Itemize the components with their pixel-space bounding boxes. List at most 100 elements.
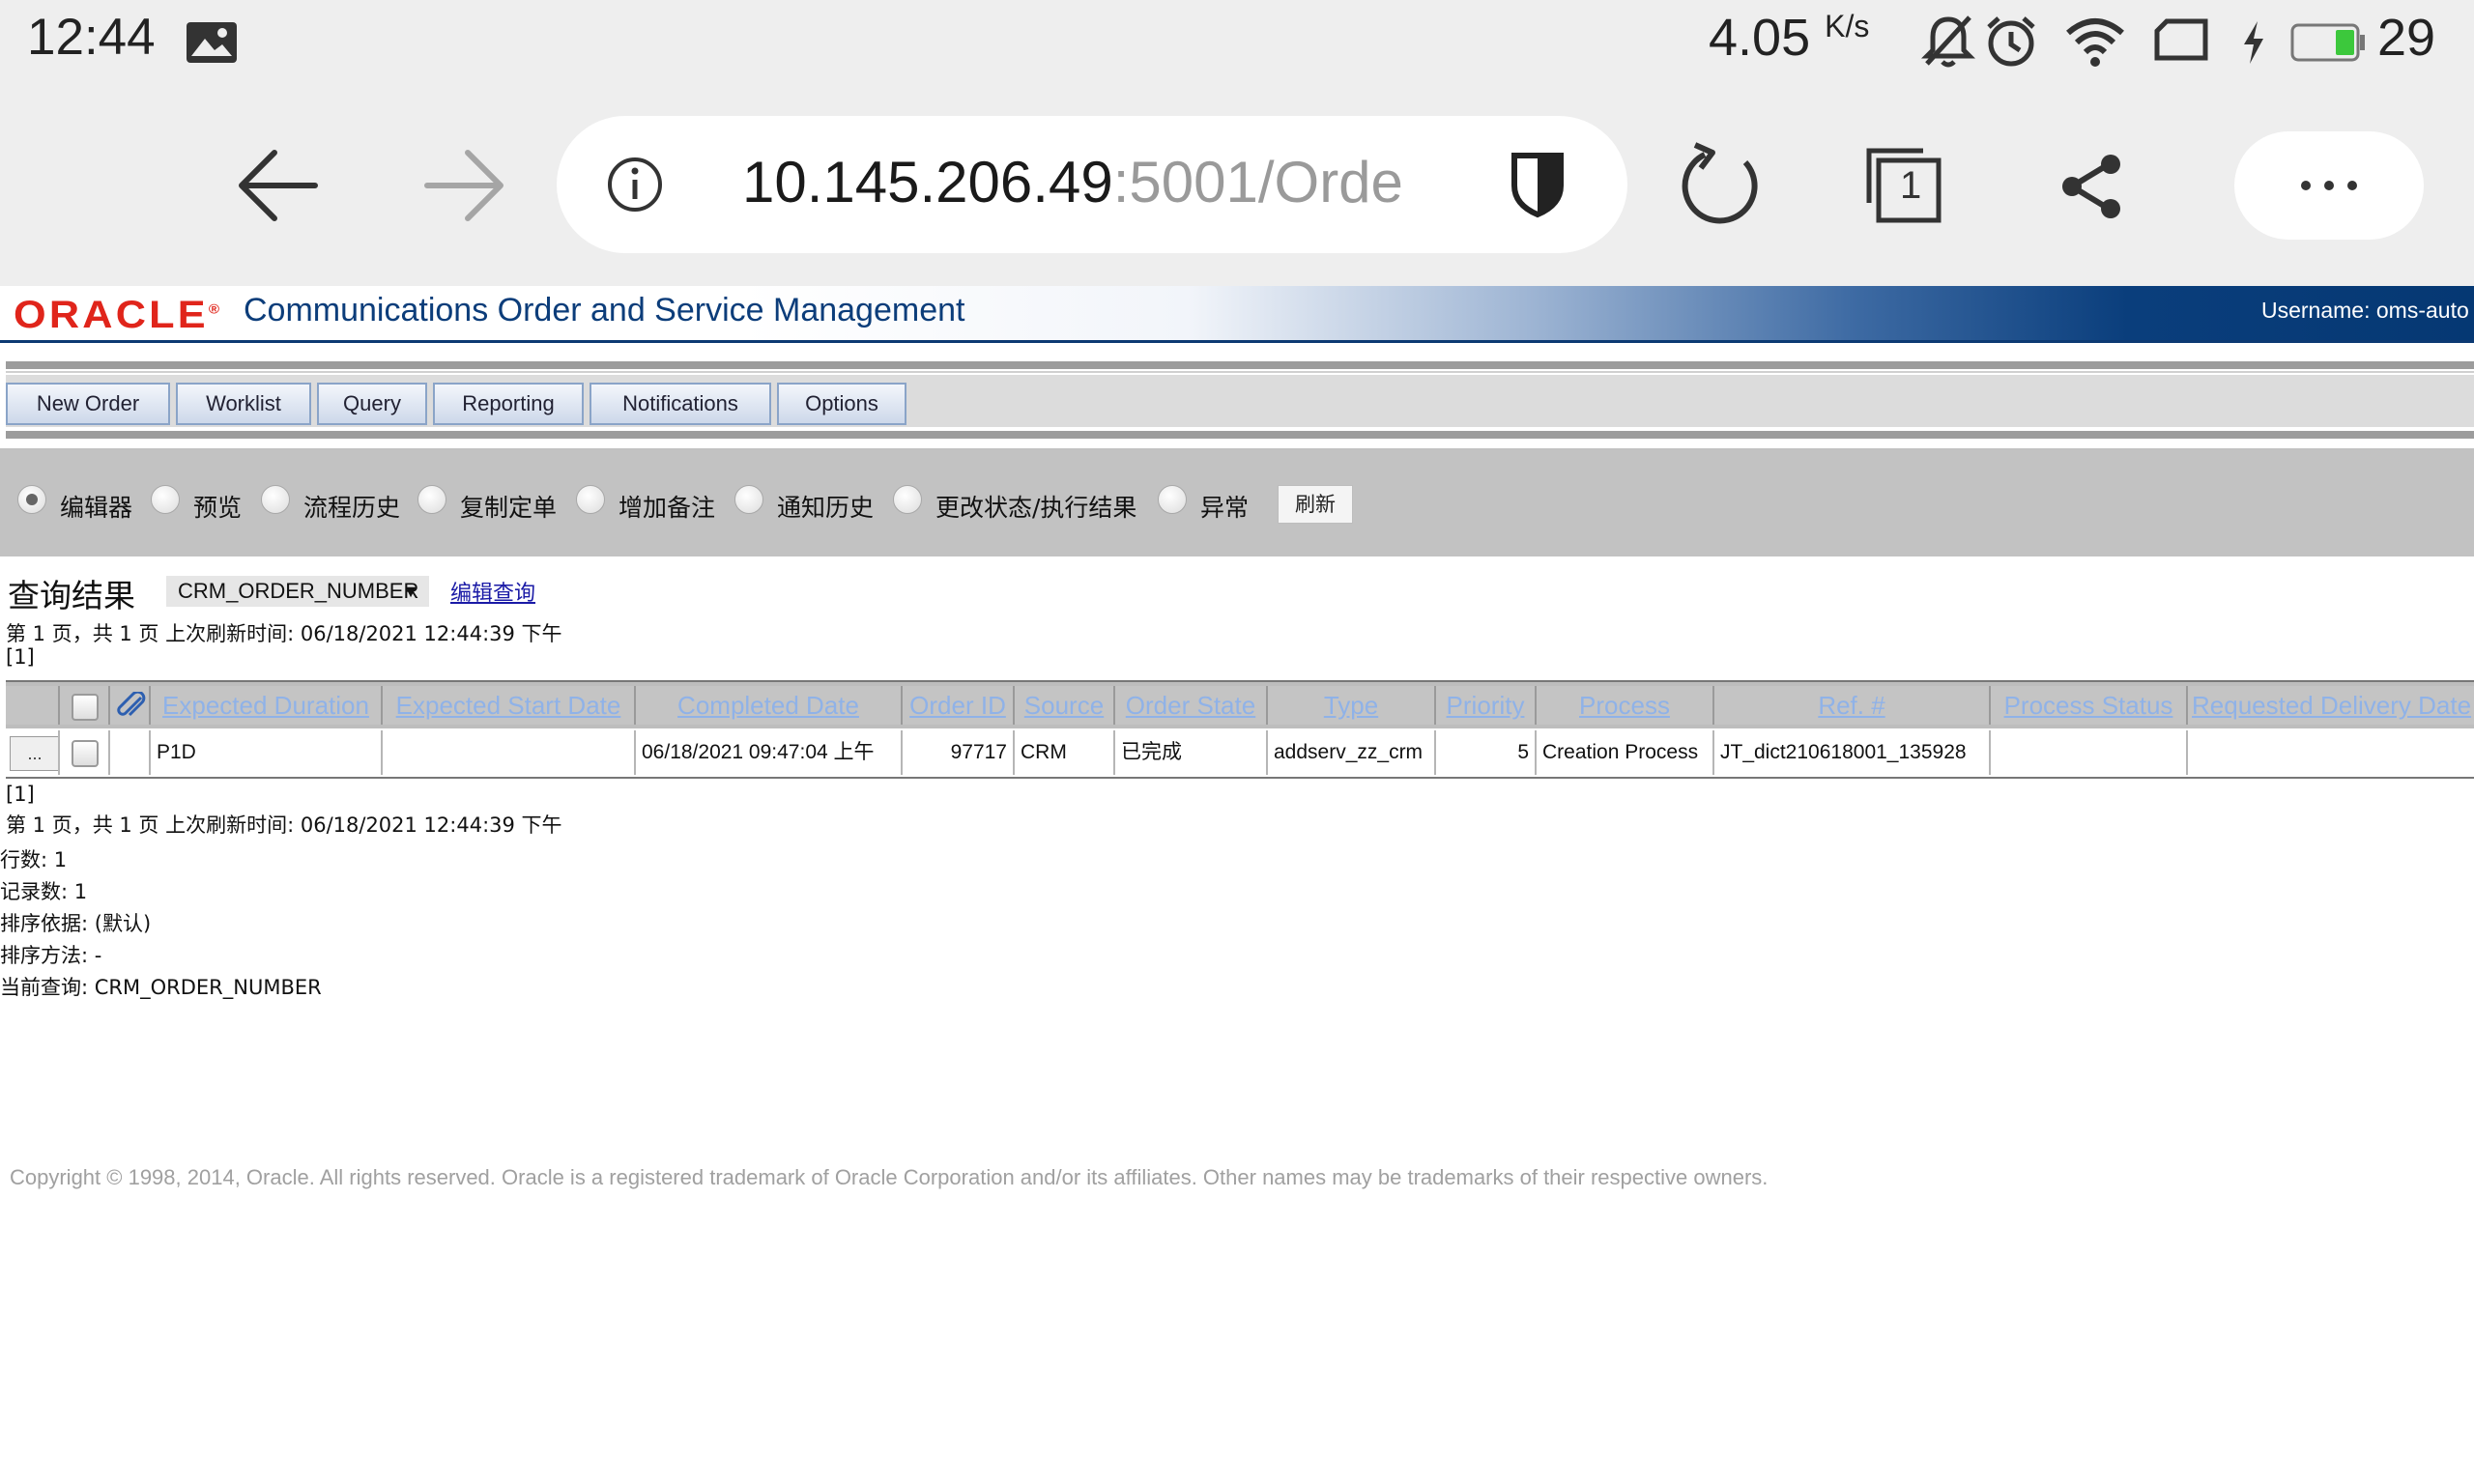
col-process-status[interactable]: Process Status (1991, 686, 2188, 725)
pager-bottom[interactable]: [1] (6, 783, 35, 806)
info-icon[interactable] (605, 155, 665, 218)
chevron-down-icon: ▼ (402, 582, 419, 601)
network-speed: 4.05 K/s (1709, 8, 1869, 68)
query-select-value: CRM_ORDER_NUMBER (178, 579, 419, 603)
query-results-title: 查询结果 (8, 577, 135, 614)
url-path: :5001/Orde (1112, 150, 1403, 214)
radio-notification-history[interactable] (734, 485, 763, 514)
query-select[interactable]: CRM_ORDER_NUMBER ▼ (166, 576, 429, 607)
radio-change-status[interactable] (893, 485, 922, 514)
tab-reporting[interactable]: Reporting (433, 383, 584, 425)
reload-icon[interactable] (1678, 141, 1763, 232)
col-order-id[interactable]: Order ID (903, 686, 1015, 725)
oracle-logo-text: ORACLE (14, 294, 209, 336)
col-expected-duration[interactable]: Expected Duration (151, 686, 383, 725)
table-row: ... P1D 06/18/2021 09:47:04 上午 97717 CRM… (6, 730, 2474, 775)
cell-requested-delivery-date (2188, 730, 2474, 775)
radio-label-preview: 预览 (193, 494, 243, 522)
more-icon[interactable] (2234, 131, 2424, 240)
app-title: Communications Order and Service Managem… (244, 292, 965, 328)
col-process[interactable]: Process (1537, 686, 1714, 725)
col-source[interactable]: Source (1015, 686, 1115, 725)
cell-expected-start-date (383, 730, 636, 775)
view-options-bar: 编辑器 预览 流程历史 复制定单 增加备注 通知历史 更改状态/执行结果 异常 … (0, 448, 2474, 556)
expand-button[interactable]: ... (10, 736, 58, 771)
tab-new-order[interactable]: New Order (6, 383, 170, 425)
oracle-logo: ORACLE® (14, 294, 219, 336)
select-cell (60, 730, 110, 775)
battery-level: 29 (2377, 9, 2436, 67)
cell-order-id: 97717 (903, 730, 1015, 775)
col-order-state[interactable]: Order State (1115, 686, 1268, 725)
radio-label-notification-history: 通知历史 (777, 494, 875, 522)
status-bar: 12:44 4.05 K/s 29 (0, 0, 2474, 87)
radio-exception[interactable] (1158, 485, 1187, 514)
browser-toolbar: 10.145.206.49:5001/Orde 1 (0, 87, 2474, 286)
back-arrow-icon[interactable] (236, 143, 321, 232)
divider (6, 371, 2474, 373)
sort-by: 排序依据: (默认) (0, 912, 152, 935)
row-checkbox[interactable] (72, 740, 99, 767)
radio-label-editor: 编辑器 (60, 494, 133, 522)
username-label: Username: oms-auto (2261, 298, 2469, 323)
table-header-row: Expected Duration Expected Start Date Co… (6, 682, 2474, 728)
tabs-icon[interactable]: 1 (1863, 145, 1944, 230)
cell-order-state: 已完成 (1115, 730, 1268, 775)
pager-top[interactable]: [1] (6, 645, 35, 669)
cell-process: Creation Process (1537, 730, 1714, 775)
col-completed-date[interactable]: Completed Date (636, 686, 903, 725)
col-type[interactable]: Type (1268, 686, 1436, 725)
shield-icon[interactable] (1510, 151, 1566, 222)
app-header: ORACLE® Communications Order and Service… (0, 286, 2474, 343)
radio-preview[interactable] (151, 485, 180, 514)
radio-add-remark[interactable] (576, 485, 605, 514)
expand-cell: ... (6, 730, 60, 775)
current-query: 当前查询: CRM_ORDER_NUMBER (0, 976, 322, 999)
radio-editor[interactable] (17, 485, 46, 514)
cell-source: CRM (1015, 730, 1115, 775)
edit-query-link[interactable]: 编辑查询 (450, 576, 535, 607)
col-ref[interactable]: Ref. # (1714, 686, 1991, 725)
cell-priority: 5 (1436, 730, 1537, 775)
row-count: 行数: 1 (0, 848, 68, 871)
paperclip-icon (116, 690, 147, 725)
screen-icon (2153, 14, 2209, 70)
radio-copy-order[interactable] (417, 485, 446, 514)
col-requested-delivery-date[interactable]: Requested Delivery Date (2188, 686, 2474, 725)
tab-notifications[interactable]: Notifications (590, 383, 771, 425)
divider (6, 431, 2474, 439)
header-expand (6, 686, 60, 725)
mute-icon (1920, 14, 1976, 73)
cell-expected-duration: P1D (151, 730, 383, 775)
status-time: 12:44 (27, 9, 156, 66)
charging-icon (2240, 21, 2267, 68)
tab-options[interactable]: Options (777, 383, 906, 425)
select-all-checkbox[interactable] (72, 694, 99, 721)
battery-icon (2290, 21, 2366, 68)
address-bar[interactable]: 10.145.206.49:5001/Orde (557, 116, 1627, 253)
results-table: Expected Duration Expected Start Date Co… (6, 680, 2474, 779)
sort-method: 排序方法: - (0, 944, 102, 967)
forward-arrow-icon[interactable] (421, 143, 506, 232)
cell-type: addserv_zz_crm (1268, 730, 1436, 775)
cell-completed-date: 06/18/2021 09:47:04 上午 (636, 730, 903, 775)
radio-label-add-remark: 增加备注 (618, 494, 716, 522)
tab-worklist[interactable]: Worklist (176, 383, 311, 425)
network-speed-unit: K/s (1825, 9, 1870, 43)
radio-label-process-history: 流程历史 (303, 494, 401, 522)
col-priority[interactable]: Priority (1436, 686, 1537, 725)
url-host: 10.145.206.49 (742, 150, 1113, 214)
tab-count: 1 (1900, 164, 1922, 207)
alarm-icon (1983, 14, 2039, 73)
url-text[interactable]: 10.145.206.49:5001/Orde (742, 149, 1593, 215)
main-tabs: New Order Worklist Query Reporting Notif… (0, 350, 2474, 446)
refresh-button[interactable]: 刷新 (1278, 485, 1353, 524)
tab-query[interactable]: Query (317, 383, 427, 425)
col-expected-start-date[interactable]: Expected Start Date (383, 686, 636, 725)
copyright-footer: Copyright © 1998, 2014, Oracle. All righ… (10, 1165, 1769, 1189)
page-info-bottom: 第 1 页，共 1 页 上次刷新时间: 06/18/2021 12:44:39 … (6, 813, 562, 837)
gallery-icon (186, 21, 238, 68)
radio-process-history[interactable] (261, 485, 290, 514)
network-speed-value: 4.05 (1709, 9, 1811, 67)
share-icon[interactable] (2058, 153, 2126, 224)
